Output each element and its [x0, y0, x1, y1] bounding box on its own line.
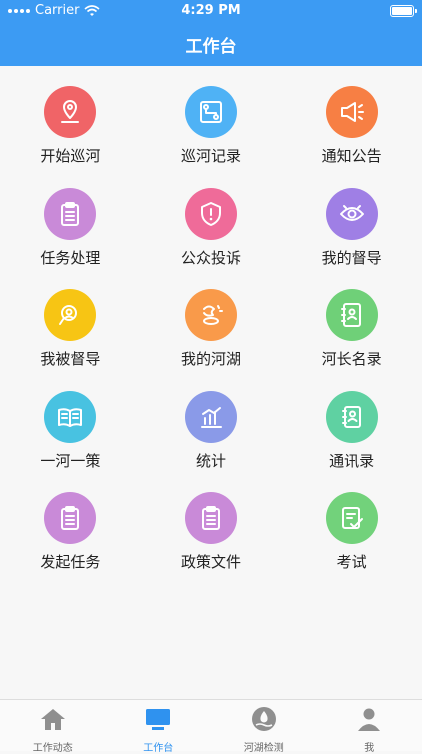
contacts-icon	[326, 391, 378, 443]
tab-user[interactable]: 我	[317, 700, 422, 751]
feature-item[interactable]: 政策文件	[141, 480, 282, 582]
feature-item[interactable]: 巡河记录	[141, 74, 282, 176]
feature-item[interactable]: 一河一策	[0, 379, 141, 481]
feature-label: 通知公告	[322, 145, 382, 166]
tab-label: 河湖检测	[244, 739, 284, 754]
feature-label: 公众投诉	[181, 247, 241, 268]
feature-label: 我的督导	[322, 247, 382, 268]
tab-home[interactable]: 工作动态	[0, 700, 106, 751]
feature-item[interactable]: 我被督导	[0, 277, 141, 379]
feature-item[interactable]: 通知公告	[281, 74, 422, 176]
bar-chart-icon	[185, 391, 237, 443]
tab-label: 工作台	[143, 739, 173, 754]
feature-label: 巡河记录	[181, 145, 241, 166]
feature-label: 我被督导	[40, 348, 100, 369]
feature-label: 任务处理	[40, 247, 100, 268]
feature-label: 通讯录	[329, 450, 374, 471]
clipboard-icon	[185, 492, 237, 544]
feature-item[interactable]: 考试	[281, 480, 422, 582]
clipboard-icon	[44, 492, 96, 544]
route-map-icon	[185, 86, 237, 138]
feature-item[interactable]: 发起任务	[0, 480, 141, 582]
person-search-icon	[44, 289, 96, 341]
tab-water-drop[interactable]: 河湖检测	[211, 700, 317, 751]
open-book-icon	[44, 391, 96, 443]
eye-icon	[326, 188, 378, 240]
feature-label: 统计	[196, 450, 226, 471]
feature-label: 一河一策	[40, 450, 100, 471]
feature-item[interactable]: 公众投诉	[141, 176, 282, 278]
feature-item[interactable]: 我的督导	[281, 176, 422, 278]
feature-item[interactable]: 我的河湖	[141, 277, 282, 379]
feature-label: 政策文件	[181, 551, 241, 572]
megaphone-icon	[326, 86, 378, 138]
feature-item[interactable]: 任务处理	[0, 176, 141, 278]
location-pin-icon	[44, 86, 96, 138]
feature-label: 开始巡河	[40, 145, 100, 166]
feature-item[interactable]: 开始巡河	[0, 74, 141, 176]
shield-alert-icon	[185, 188, 237, 240]
home-icon	[38, 700, 68, 738]
status-time: 4:29 PM	[0, 3, 422, 18]
feature-grid: 开始巡河 巡河记录 通知公告任务处理 公众投诉 我的督导我被督导 我的河湖 河长名录一河一策…	[0, 74, 422, 582]
monitor-icon	[143, 700, 173, 738]
feature-label: 发起任务	[40, 551, 100, 572]
tab-label: 工作动态	[33, 739, 73, 754]
user-icon	[354, 700, 384, 738]
river-lake-icon	[185, 289, 237, 341]
exam-check-icon	[326, 492, 378, 544]
clipboard-icon	[44, 188, 96, 240]
tab-bar: 工作动态 工作台 河湖检测 我	[0, 699, 422, 751]
status-bar: Carrier 4:29 PM	[0, 0, 422, 22]
feature-label: 考试	[337, 551, 367, 572]
tab-monitor[interactable]: 工作台	[106, 700, 212, 751]
feature-item[interactable]: 通讯录	[281, 379, 422, 481]
header: Carrier 4:29 PM 工作台	[0, 0, 422, 66]
feature-item[interactable]: 河长名录	[281, 277, 422, 379]
feature-item[interactable]: 统计	[141, 379, 282, 481]
battery-icon	[390, 5, 414, 17]
feature-label: 我的河湖	[181, 348, 241, 369]
feature-label: 河长名录	[322, 348, 382, 369]
water-drop-icon	[249, 700, 279, 738]
contact-book-icon	[326, 289, 378, 341]
page-title: 工作台	[0, 32, 422, 57]
tab-label: 我	[364, 739, 374, 754]
